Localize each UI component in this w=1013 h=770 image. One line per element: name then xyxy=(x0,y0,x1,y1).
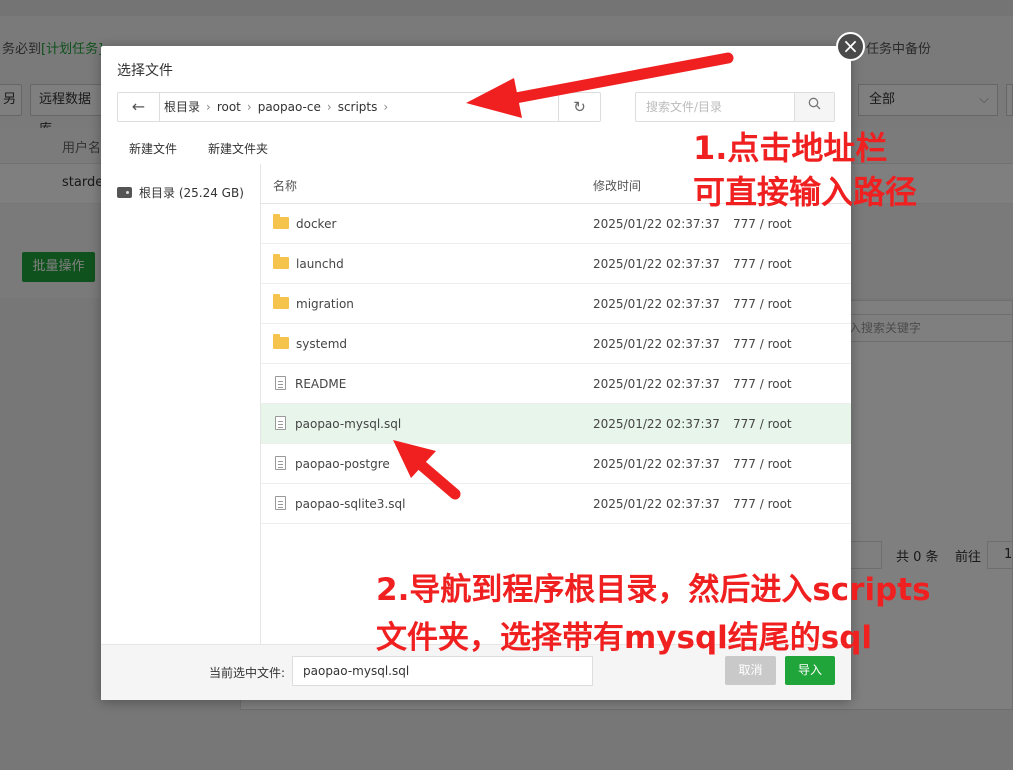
annotation-text: 可直接输入路径 xyxy=(693,173,918,211)
annotation-text: 文件夹，选择带有mysql结尾的sql xyxy=(376,620,873,656)
annotation-note-1: 1.点击地址栏 可直接输入路径 xyxy=(693,126,917,214)
annotation-note-2: 2.导航到程序根目录，然后进入scripts 文件夹，选择带有mysql结尾的s… xyxy=(376,566,931,662)
annotation-text: 2.导航到程序根目录，然后进入scripts xyxy=(376,572,931,608)
arrow-to-mysql-file xyxy=(393,440,461,500)
annotation-text: 1.点击地址栏 xyxy=(693,129,888,167)
arrow-to-address-bar xyxy=(466,52,734,118)
